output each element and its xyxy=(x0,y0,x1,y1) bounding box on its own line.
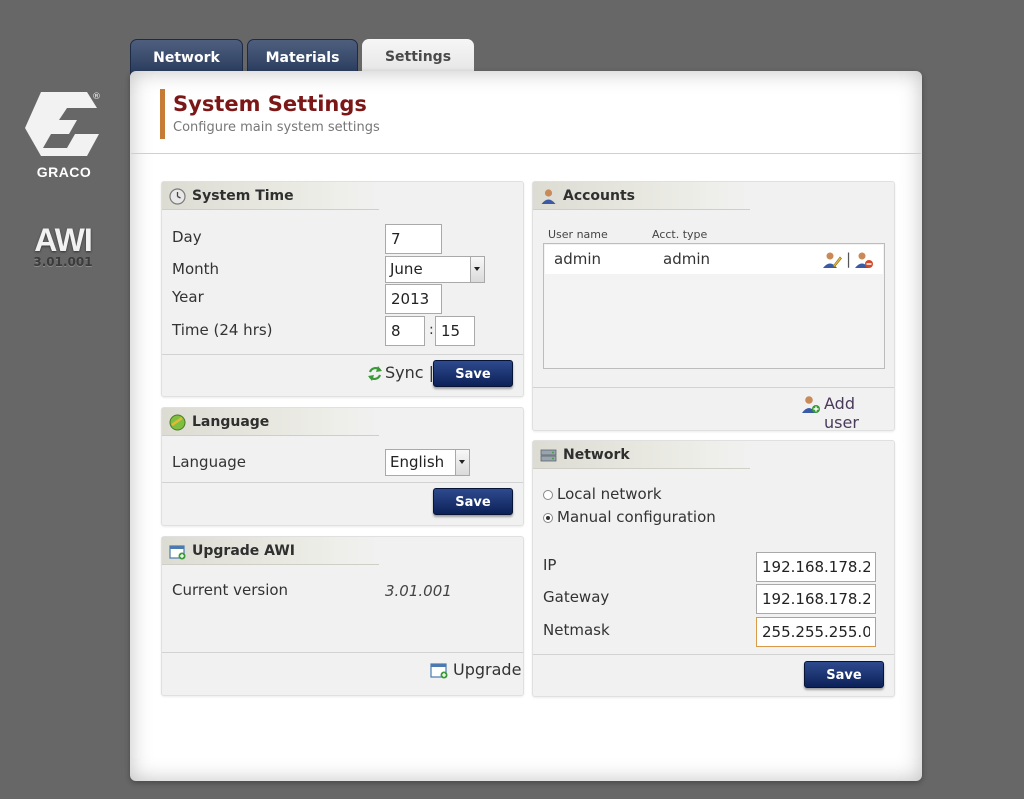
graco-logo: ® GRACO xyxy=(14,90,114,180)
day-label: Day xyxy=(172,228,202,246)
tab-materials[interactable]: Materials xyxy=(247,39,358,75)
section-heading: Accounts xyxy=(533,182,750,210)
ip-field[interactable] xyxy=(756,552,876,582)
action-separator: | xyxy=(846,250,852,268)
tab-settings[interactable]: Settings xyxy=(362,39,474,75)
account-type: admin xyxy=(663,250,710,268)
minute-field[interactable] xyxy=(435,316,475,346)
month-value: June xyxy=(390,260,423,278)
system-time-section: System Time Day Month June Year Time (24… xyxy=(161,181,524,397)
language-select[interactable]: English xyxy=(385,449,470,476)
section-heading: Upgrade AWI xyxy=(162,537,379,565)
year-label: Year xyxy=(172,288,204,306)
current-version-value: 3.01.001 xyxy=(385,582,452,600)
upgrade-link[interactable]: Upgrade xyxy=(453,660,521,679)
accounts-section: Accounts User name Acct. type admin admi… xyxy=(532,181,895,432)
gateway-label: Gateway xyxy=(543,588,610,606)
section-divider xyxy=(533,387,894,388)
page-title: System Settings xyxy=(173,92,367,116)
tab-network[interactable]: Network xyxy=(130,39,243,75)
upgrade-icon xyxy=(169,545,186,560)
add-user-icon[interactable] xyxy=(801,395,821,414)
manual-configuration-label[interactable]: Manual configuration xyxy=(557,508,716,526)
network-icon xyxy=(540,449,557,462)
sync-icon[interactable] xyxy=(367,365,383,382)
page-subtitle: Configure main system settings xyxy=(173,120,380,135)
save-time-button[interactable]: Save xyxy=(433,360,513,387)
upgrade-section: Upgrade AWI Current version 3.01.001 Upg… xyxy=(161,536,524,696)
language-value: English xyxy=(390,453,445,471)
ip-label: IP xyxy=(543,556,557,574)
table-row[interactable]: admin admin | xyxy=(545,245,883,274)
time-separator: : xyxy=(429,322,434,338)
netmask-label: Netmask xyxy=(543,621,610,639)
section-divider xyxy=(533,654,894,655)
language-section: Language Language English Save xyxy=(161,407,524,526)
save-network-button[interactable]: Save xyxy=(804,661,884,688)
current-version-label: Current version xyxy=(172,581,289,599)
section-divider xyxy=(162,482,523,483)
section-divider xyxy=(162,652,523,653)
add-user-link[interactable]: Add user xyxy=(824,394,894,432)
product-version: 3.01.001 xyxy=(33,255,93,269)
column-header-acct-type: Acct. type xyxy=(652,228,708,241)
month-label: Month xyxy=(172,260,220,278)
edit-user-icon[interactable] xyxy=(822,251,842,269)
sync-link[interactable]: Sync | xyxy=(385,363,434,382)
day-field[interactable] xyxy=(385,224,442,254)
section-divider xyxy=(162,354,523,355)
section-heading: System Time xyxy=(162,182,379,210)
month-select[interactable]: June xyxy=(385,256,485,283)
time-label: Time (24 hrs) xyxy=(172,321,273,339)
page-header: System Settings Configure main system se… xyxy=(160,89,380,139)
accounts-table: admin admin | xyxy=(543,243,885,369)
account-username: admin xyxy=(554,250,601,268)
column-header-username: User name xyxy=(548,228,608,241)
year-field[interactable] xyxy=(385,284,442,314)
upgrade-icon[interactable] xyxy=(430,662,449,679)
header-divider xyxy=(131,153,921,154)
gateway-field[interactable] xyxy=(756,584,876,614)
hour-field[interactable] xyxy=(385,316,425,346)
globe-icon xyxy=(169,414,186,431)
registered-mark: ® xyxy=(92,92,101,102)
manual-configuration-radio[interactable] xyxy=(543,513,553,523)
product-name: AWI xyxy=(34,222,92,258)
local-network-radio[interactable] xyxy=(543,490,553,500)
delete-user-icon[interactable] xyxy=(854,251,874,269)
clock-icon xyxy=(169,188,186,205)
chevron-down-icon[interactable] xyxy=(470,257,484,282)
company-name: GRACO xyxy=(36,164,92,180)
section-heading: Network xyxy=(533,441,750,469)
chevron-down-icon[interactable] xyxy=(455,450,469,475)
local-network-label[interactable]: Local network xyxy=(557,485,662,503)
user-icon xyxy=(541,189,556,204)
network-section: Network Local network Manual configurati… xyxy=(532,440,895,697)
product-badge: AWI 3.01.001 xyxy=(20,222,106,269)
netmask-field[interactable] xyxy=(756,617,876,647)
language-label: Language xyxy=(172,453,247,471)
section-heading: Language xyxy=(162,408,379,436)
save-language-button[interactable]: Save xyxy=(433,488,513,515)
